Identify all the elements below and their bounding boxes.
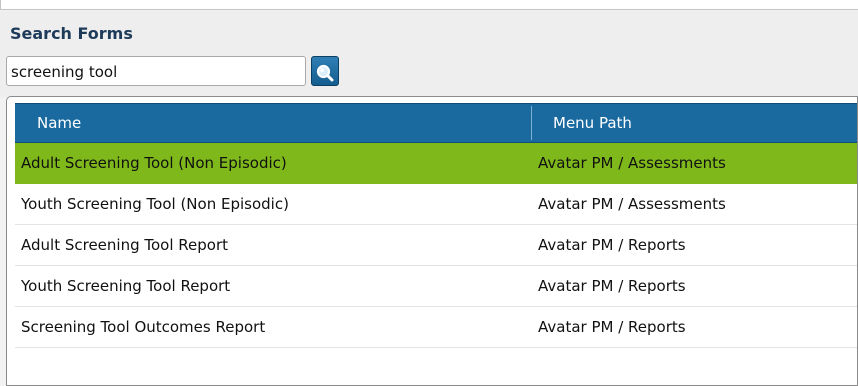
search-input[interactable] (6, 56, 306, 86)
grid-header: Name Menu Path (15, 103, 857, 143)
search-button[interactable] (311, 56, 339, 86)
top-panel-edge (0, 0, 858, 10)
search-forms-label: Search Forms (10, 24, 133, 43)
row-menu-path-cell: Avatar PM / Reports (538, 318, 686, 336)
row-name-cell: Screening Tool Outcomes Report (21, 318, 266, 336)
row-name-cell: Adult Screening Tool (Non Episodic) (21, 154, 287, 172)
table-row[interactable]: Youth Screening Tool (Non Episodic) Avat… (15, 184, 857, 225)
row-menu-path-cell: Avatar PM / Reports (538, 236, 686, 254)
results-panel: Name Menu Path Adult Screening Tool (Non… (6, 96, 858, 386)
table-row[interactable]: Adult Screening Tool Report Avatar PM / … (15, 225, 857, 266)
row-menu-path-cell: Avatar PM / Reports (538, 277, 686, 295)
search-icon (316, 64, 334, 82)
row-name-cell: Youth Screening Tool (Non Episodic) (21, 195, 289, 213)
table-row[interactable]: Adult Screening Tool (Non Episodic) Avat… (15, 143, 857, 184)
column-separator[interactable] (531, 106, 532, 140)
column-header-menu-path[interactable]: Menu Path (553, 104, 632, 142)
column-header-name[interactable]: Name (37, 104, 81, 142)
row-name-cell: Youth Screening Tool Report (21, 277, 231, 295)
table-row[interactable]: Youth Screening Tool Report Avatar PM / … (15, 266, 857, 307)
row-name-cell: Adult Screening Tool Report (21, 236, 229, 254)
grid-body: Adult Screening Tool (Non Episodic) Avat… (15, 143, 857, 348)
row-menu-path-cell: Avatar PM / Assessments (538, 195, 726, 213)
table-row[interactable]: Screening Tool Outcomes Report Avatar PM… (15, 307, 857, 348)
row-menu-path-cell: Avatar PM / Assessments (538, 154, 726, 172)
